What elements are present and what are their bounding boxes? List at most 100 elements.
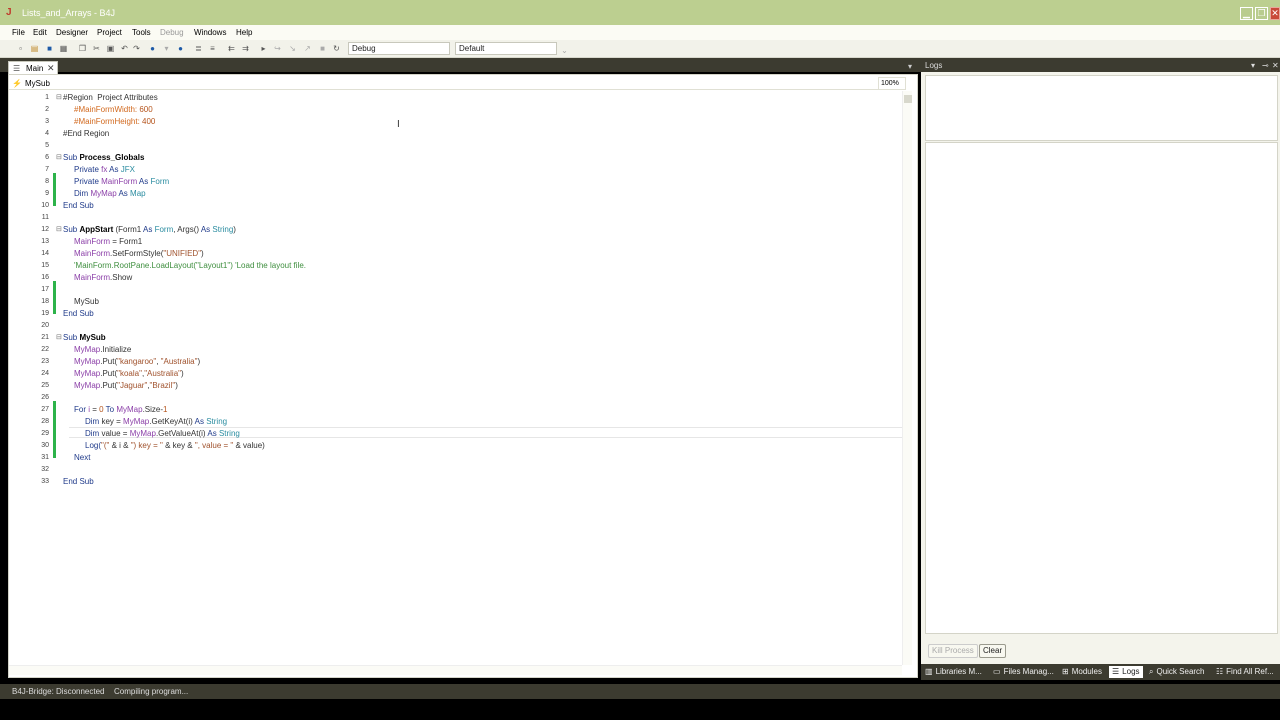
- code-line-9: Dim MyMap As Map: [74, 189, 146, 198]
- tab-main[interactable]: ☰ Main ✕: [8, 61, 58, 74]
- sub-navigation-dropdown[interactable]: ⚡ MySub: [9, 77, 879, 90]
- menu-tools[interactable]: Tools: [132, 28, 151, 37]
- panel-close-icon[interactable]: ✕: [1272, 61, 1279, 70]
- cut-icon[interactable]: ✂: [92, 44, 101, 53]
- code-line-31: Next: [74, 453, 91, 462]
- editor-horizontal-scrollbar[interactable]: [9, 665, 902, 675]
- navigate-back-icon[interactable]: ●: [148, 44, 157, 53]
- zoom-level[interactable]: 100%: [878, 77, 906, 90]
- fold-toggle-icon[interactable]: ⊟: [56, 93, 62, 102]
- tab-modules[interactable]: ⊞ Modules: [1062, 667, 1102, 677]
- menu-file[interactable]: File: [12, 28, 25, 37]
- tab-find-all-references[interactable]: ☷ Find All Ref...: [1216, 667, 1274, 677]
- tab-list-dropdown-icon[interactable]: ▾: [908, 63, 912, 71]
- code-editor[interactable]: ⊟ ⊟ ⊟ ⊟ 1 2 3 4 5 6 7 8 9 10 11 12 13 14…: [9, 91, 911, 665]
- change-marker: [53, 401, 56, 458]
- run-icon[interactable]: ▸: [259, 44, 268, 53]
- tab-logs[interactable]: ☰ Logs: [1109, 666, 1143, 678]
- menu-project[interactable]: Project: [97, 28, 122, 37]
- menu-designer[interactable]: Designer: [56, 28, 88, 37]
- modules-icon: ⊞: [1062, 667, 1069, 676]
- menu-edit[interactable]: Edit: [33, 28, 47, 37]
- code-line-4: #End Region: [63, 129, 110, 138]
- toolbar-overflow-icon[interactable]: ⌄: [560, 46, 569, 55]
- find-references-icon: ☷: [1216, 667, 1224, 676]
- tab-files-manager[interactable]: ▭ Files Manag...: [993, 667, 1054, 677]
- comment-block-icon[interactable]: ⇇: [227, 44, 236, 53]
- build-configuration-select[interactable]: Debug: [348, 42, 450, 55]
- scrollbar-thumb[interactable]: [904, 95, 912, 103]
- line-number: 12: [41, 226, 49, 233]
- new-file-icon[interactable]: ▫: [16, 44, 25, 53]
- undo-icon[interactable]: ↶: [120, 44, 129, 53]
- code-line-19: End Sub: [63, 309, 94, 318]
- line-number: 8: [45, 178, 49, 185]
- logs-filter-area[interactable]: [925, 75, 1278, 141]
- code-line-18: MySub: [74, 297, 99, 306]
- line-number: 33: [41, 478, 49, 485]
- tab-libraries-manager[interactable]: ▥ Libraries M...: [925, 667, 982, 677]
- status-bar: B4J-Bridge: Disconnected Compiling progr…: [0, 684, 1280, 699]
- step-in-icon[interactable]: ↘: [288, 44, 297, 53]
- code-line-7: Private fx As JFX: [74, 165, 135, 174]
- pin-icon[interactable]: ⊸: [1262, 61, 1269, 70]
- save-icon[interactable]: ■: [45, 44, 54, 53]
- code-line-12: Sub AppStart (Form1 As Form, Args() As S…: [63, 225, 236, 234]
- line-number: 21: [41, 334, 49, 341]
- line-number: 11: [41, 214, 49, 221]
- change-marker: [53, 173, 56, 206]
- line-number: 28: [41, 418, 49, 425]
- line-number: 14: [41, 250, 49, 257]
- line-number: 17: [41, 286, 49, 293]
- kill-process-button[interactable]: Kill Process: [928, 644, 978, 658]
- mouse-ibeam-cursor-icon: I: [397, 119, 400, 130]
- line-number: 9: [45, 190, 49, 197]
- target-select[interactable]: Default: [455, 42, 557, 55]
- panel-menu-icon[interactable]: ▾: [1251, 61, 1255, 70]
- code-line-21: Sub MySub: [63, 333, 106, 342]
- menu-help[interactable]: Help: [236, 28, 252, 37]
- outdent-icon[interactable]: ≡: [208, 44, 217, 53]
- line-number: 1: [45, 94, 49, 101]
- menu-debug[interactable]: Debug: [160, 28, 184, 37]
- redo-icon[interactable]: ↷: [132, 44, 141, 53]
- fold-toggle-icon[interactable]: ⊟: [56, 153, 62, 162]
- stop-icon[interactable]: ■: [318, 44, 327, 53]
- line-number: 15: [41, 262, 49, 269]
- search-icon: ⌕: [1149, 667, 1154, 676]
- fold-toggle-icon[interactable]: ⊟: [56, 225, 62, 234]
- paste-icon[interactable]: ▣: [106, 44, 115, 53]
- logs-panel-header: Logs ▾ ⊸ ✕: [921, 59, 1280, 72]
- code-line-22: MyMap.Initialize: [74, 345, 132, 354]
- open-folder-icon[interactable]: ▤: [30, 44, 39, 53]
- navigate-forward-icon[interactable]: ●: [176, 44, 185, 53]
- logs-panel: Kill Process Clear: [921, 72, 1280, 664]
- toolbar: ▫ ▤ ■ ▦ ❐ ✂ ▣ ↶ ↷ ● ▾ ● ≣ ≡ ⇇ ⇉ ▸ ↪ ↘ ↗ …: [0, 40, 1280, 58]
- sub-icon: ⚡: [12, 79, 22, 88]
- chevron-down-icon[interactable]: ▾: [162, 44, 171, 53]
- code-line-25: MyMap.Put("Jaguar","Brazil"): [74, 381, 178, 390]
- close-icon[interactable]: ✕: [1270, 7, 1280, 20]
- logs-output[interactable]: [925, 142, 1278, 634]
- libraries-icon: ▥: [925, 667, 933, 676]
- editor-vertical-scrollbar[interactable]: [902, 91, 912, 665]
- code-line-10: End Sub: [63, 201, 94, 210]
- clear-logs-button[interactable]: Clear: [979, 644, 1007, 658]
- restart-icon[interactable]: ↻: [332, 44, 341, 53]
- step-over-icon[interactable]: ↪: [273, 44, 282, 53]
- menu-windows[interactable]: Windows: [194, 28, 226, 37]
- tab-quick-search[interactable]: ⌕ Quick Search: [1149, 667, 1205, 677]
- save-all-icon[interactable]: ▦: [59, 44, 68, 53]
- copy-icon[interactable]: ❐: [78, 44, 87, 53]
- code-line-23: MyMap.Put("kangaroo", "Australia"): [74, 357, 201, 366]
- tab-close-icon[interactable]: ✕: [47, 63, 55, 73]
- line-number: 16: [41, 274, 49, 281]
- fold-toggle-icon[interactable]: ⊟: [56, 333, 62, 342]
- maximize-icon[interactable]: ❐: [1255, 7, 1268, 20]
- minimize-icon[interactable]: ▁: [1240, 7, 1253, 20]
- code-line-6: Sub Process_Globals: [63, 153, 145, 162]
- step-out-icon[interactable]: ↗: [303, 44, 312, 53]
- uncomment-block-icon[interactable]: ⇉: [241, 44, 250, 53]
- tab-main-label: Main: [26, 64, 44, 73]
- indent-icon[interactable]: ≣: [194, 44, 203, 53]
